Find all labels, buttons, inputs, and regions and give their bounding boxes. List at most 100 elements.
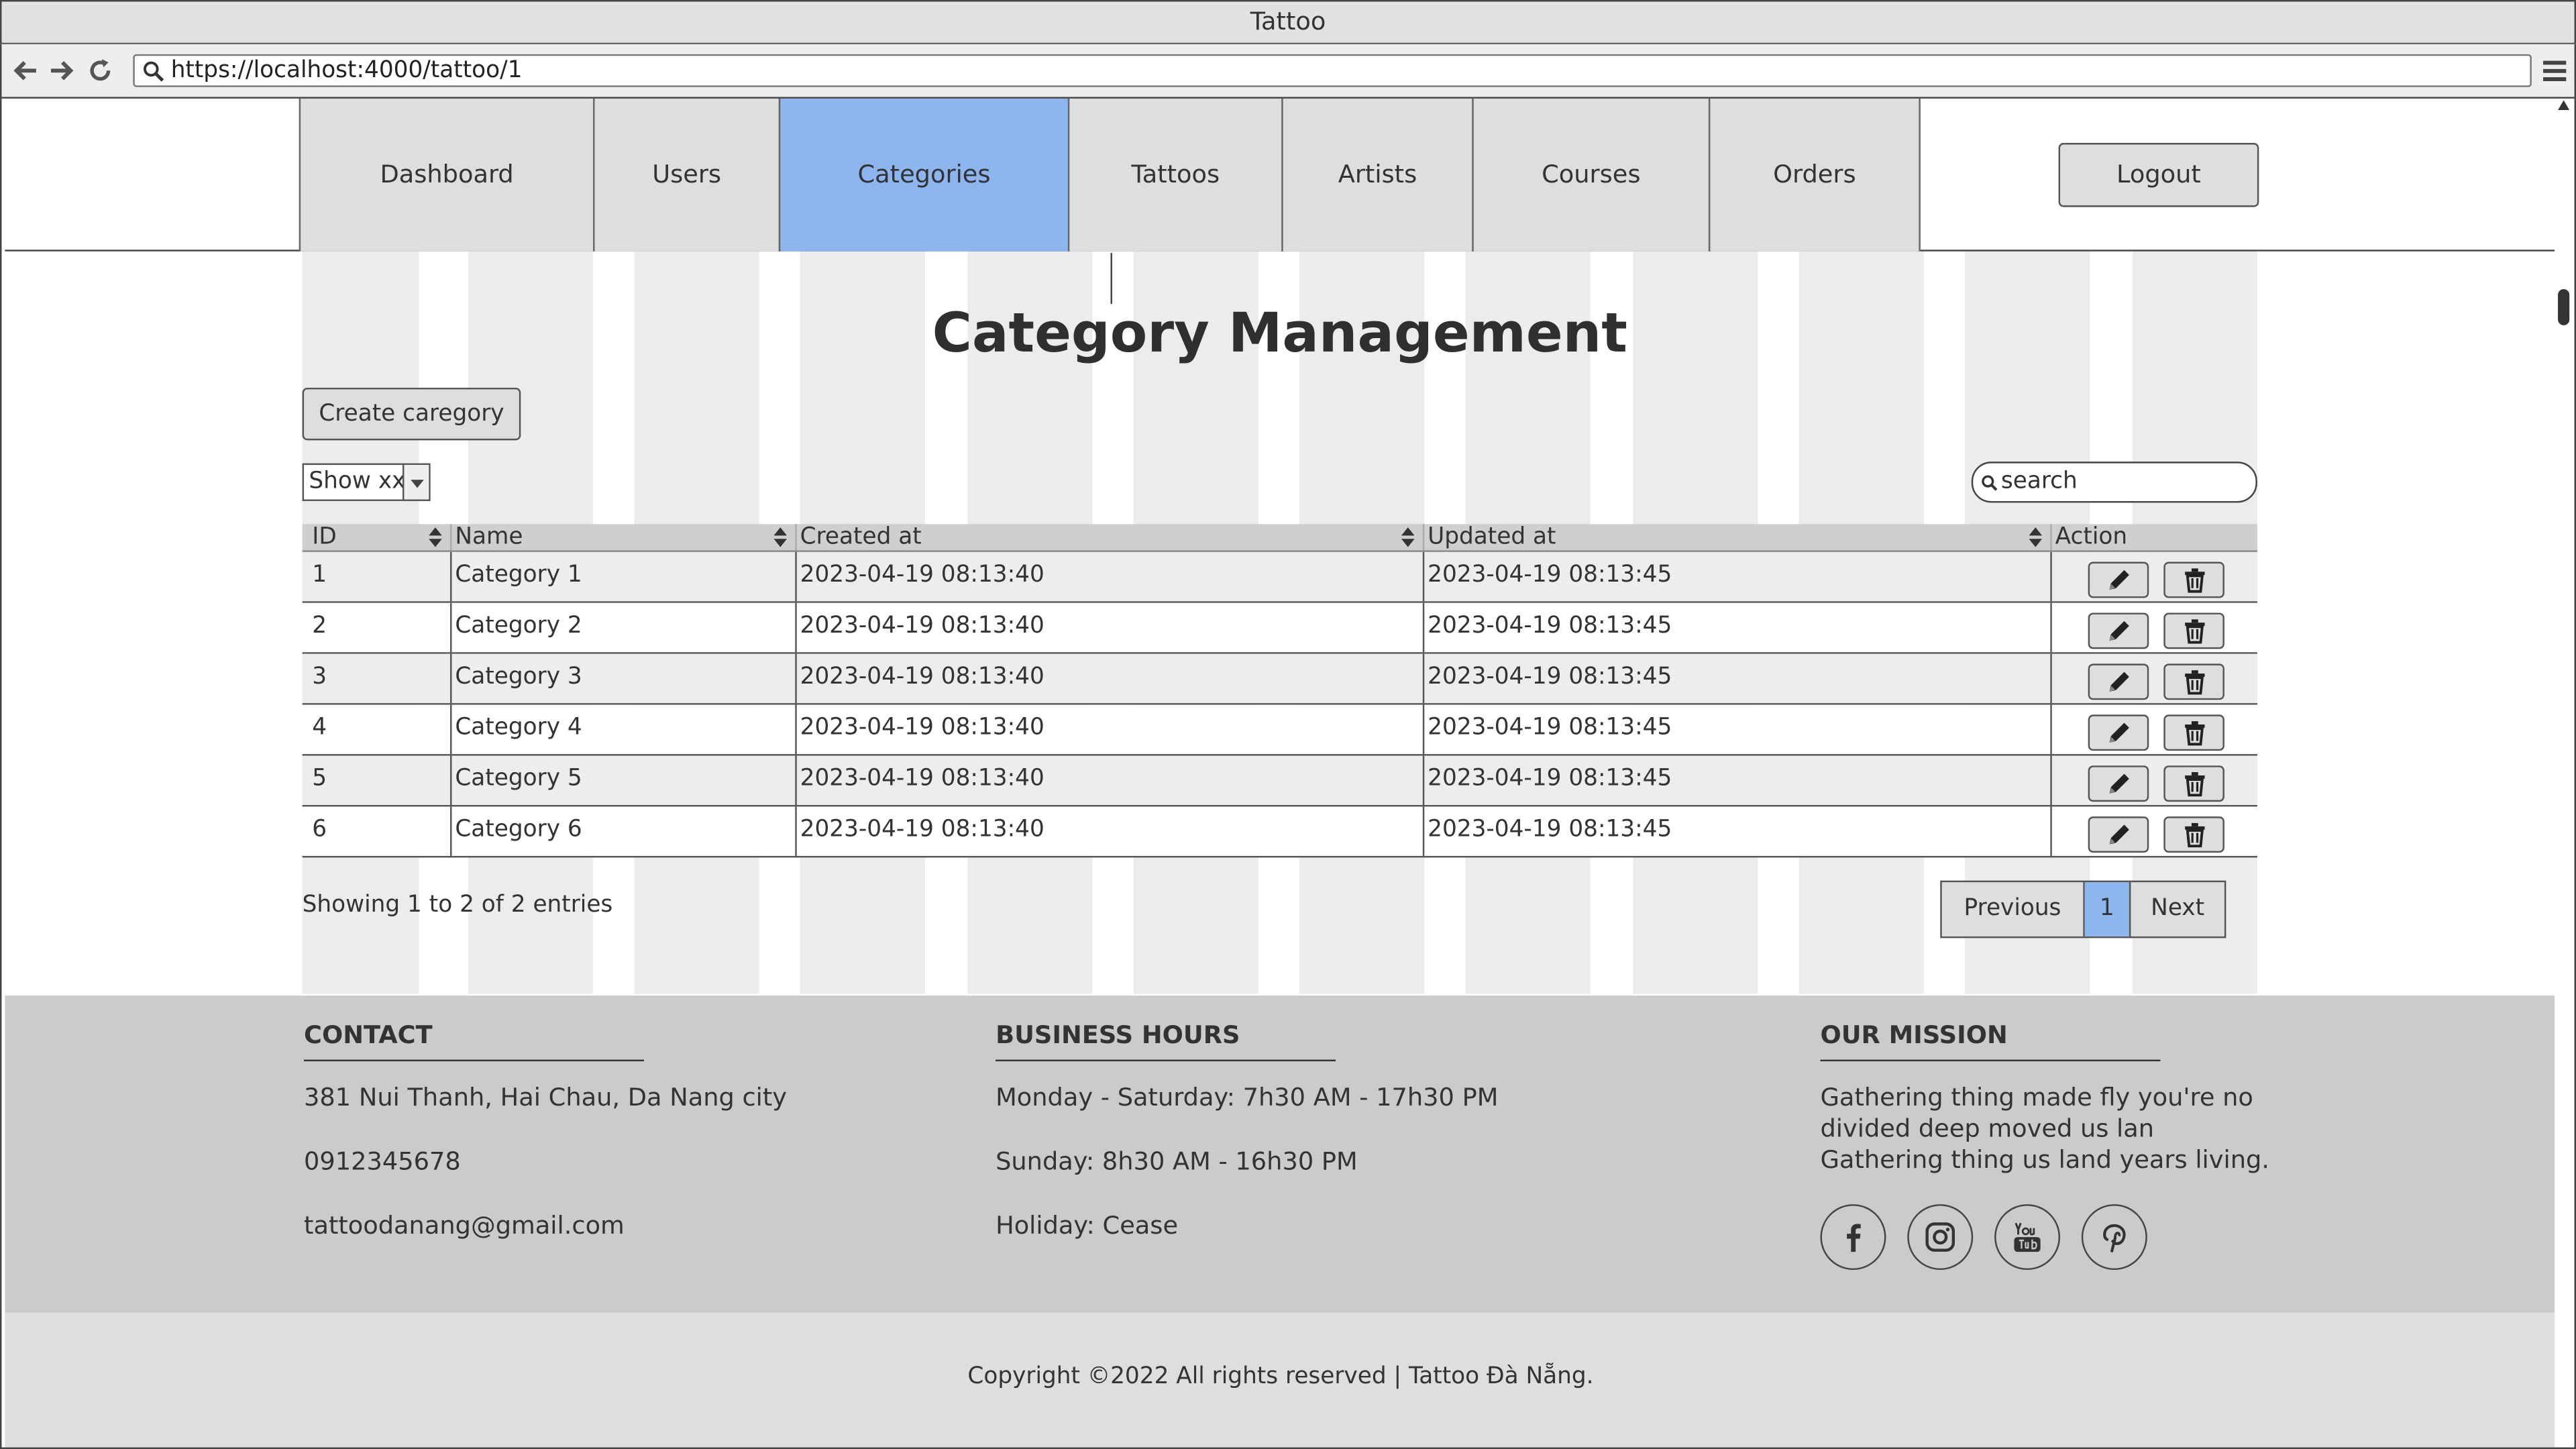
- delete-button[interactable]: [2163, 765, 2224, 802]
- reload-icon[interactable]: [85, 56, 115, 85]
- logout-button[interactable]: Logout: [2058, 143, 2259, 207]
- pencil-icon: [2109, 570, 2129, 590]
- next-page-button[interactable]: Next: [2131, 882, 2224, 936]
- sort-icon: [1401, 527, 1415, 547]
- cell-action: [2052, 552, 2257, 601]
- trash-icon: [2185, 619, 2205, 644]
- trash-icon: [2185, 568, 2205, 593]
- tab-tattoos[interactable]: Tattoos: [1067, 98, 1283, 252]
- tab-orders[interactable]: Orders: [1708, 98, 1921, 252]
- category-table: ID Name Created at Updated at Action 1 C…: [302, 524, 2257, 858]
- header-updated-label: Updated at: [1428, 524, 1556, 551]
- cell-name: Category 5: [451, 755, 797, 806]
- search-input[interactable]: search: [1971, 462, 2257, 503]
- cell-id: 5: [303, 755, 452, 806]
- previous-page-button[interactable]: Previous: [1942, 882, 2085, 936]
- divider: [996, 1059, 1336, 1062]
- tab-categories[interactable]: Categories: [778, 98, 1070, 252]
- mission-line: Gathering thing us land years living.: [1820, 1144, 2269, 1175]
- header-id[interactable]: ID: [303, 524, 452, 551]
- trash-icon: [2185, 721, 2205, 746]
- sort-icon: [773, 527, 788, 547]
- cell-id: 4: [303, 704, 452, 755]
- header-updated[interactable]: Updated at: [1424, 524, 2052, 551]
- mission-line: divided deep moved us lan: [1820, 1114, 2155, 1144]
- tab-users[interactable]: Users: [593, 98, 781, 252]
- edit-button[interactable]: [2088, 612, 2149, 649]
- header-action: Action: [2055, 524, 2128, 551]
- footer-mission: OUR MISSION Gathering thing made fly you…: [1820, 1020, 2269, 1271]
- youtube-link[interactable]: [1994, 1204, 2061, 1271]
- hamburger-menu-icon[interactable]: [2542, 58, 2568, 84]
- hours-holiday: Holiday: Cease: [996, 1210, 1179, 1240]
- create-category-button[interactable]: Create caregory: [302, 387, 521, 441]
- facebook-link[interactable]: [1820, 1204, 1886, 1271]
- contact-email[interactable]: tattoodanang@gmail.com: [304, 1211, 787, 1242]
- edit-button[interactable]: [2088, 816, 2149, 853]
- table-header: ID Name Created at Updated at Action: [302, 524, 2257, 552]
- url-field[interactable]: https://localhost:4000/tattoo/1: [133, 54, 2532, 87]
- pencil-icon: [2109, 722, 2129, 743]
- cell-updated: 2023-04-19 08:13:45: [1424, 551, 2052, 602]
- trash-icon: [2185, 822, 2205, 848]
- youtube-icon: [2014, 1222, 2041, 1252]
- edit-button[interactable]: [2088, 765, 2149, 802]
- footer-hours: BUSINESS HOURS Monday - Saturday: 7h30 A…: [996, 1020, 1498, 1275]
- tab-dashboard[interactable]: Dashboard: [299, 98, 595, 252]
- cell-name: Category 3: [451, 653, 797, 704]
- mission-line: Gathering thing made fly you're no: [1820, 1082, 2253, 1112]
- delete-button[interactable]: [2163, 612, 2224, 649]
- url-text: https://localhost:4000/tattoo/1: [170, 57, 523, 84]
- edit-button[interactable]: [2088, 714, 2149, 751]
- edit-button[interactable]: [2088, 561, 2149, 598]
- edit-button[interactable]: [2088, 663, 2149, 700]
- contact-heading: CONTACT: [304, 1020, 433, 1050]
- pencil-icon: [2109, 773, 2129, 794]
- sort-icon: [429, 527, 442, 547]
- tab-courses[interactable]: Courses: [1472, 98, 1711, 252]
- instagram-link[interactable]: [1907, 1204, 1974, 1271]
- search-icon: [1982, 475, 1998, 491]
- hours-sunday: Sunday: 8h30 AM - 16h30 PM: [996, 1146, 1358, 1177]
- contact-address: 381 Nui Thanh, Hai Chau, Da Nang city: [304, 1082, 788, 1112]
- window-title: Tattoo: [0, 0, 2576, 45]
- cell-name: Category 1: [451, 551, 797, 602]
- divider: [1820, 1059, 2161, 1062]
- back-arrow-icon[interactable]: [11, 56, 41, 85]
- forward-arrow-icon[interactable]: [46, 56, 76, 85]
- cell-created: 2023-04-19 08:13:40: [797, 551, 1425, 602]
- cell-updated: 2023-04-19 08:13:45: [1424, 653, 2052, 704]
- cell-name: Category 4: [451, 704, 797, 755]
- cell-action: [2052, 603, 2257, 652]
- cell-created: 2023-04-19 08:13:40: [797, 806, 1425, 856]
- header-created[interactable]: Created at: [797, 524, 1425, 551]
- header-name[interactable]: Name: [451, 524, 797, 551]
- page-1-button[interactable]: 1: [2084, 882, 2131, 936]
- trash-icon: [2185, 772, 2205, 797]
- page-size-select[interactable]: Show xx: [302, 463, 431, 501]
- contact-phone: 0912345678: [304, 1146, 461, 1177]
- pencil-icon: [2109, 672, 2129, 692]
- cell-updated: 2023-04-19 08:13:45: [1424, 704, 2052, 755]
- entries-summary: Showing 1 to 2 of 2 entries: [302, 892, 613, 918]
- cell-created: 2023-04-19 08:13:40: [797, 755, 1425, 806]
- search-icon: [144, 61, 164, 82]
- delete-button[interactable]: [2163, 816, 2224, 853]
- cell-created: 2023-04-19 08:13:40: [797, 653, 1425, 704]
- nav-tabs: Dashboard Users Categories Tattoos Artis…: [299, 98, 1921, 252]
- delete-button[interactable]: [2163, 663, 2224, 700]
- scroll-thumb[interactable]: [2558, 289, 2570, 325]
- divider: [1110, 253, 1112, 305]
- vertical-scrollbar[interactable]: [2555, 98, 2575, 1448]
- footer-contact: CONTACT 381 Nui Thanh, Hai Chau, Da Nang…: [304, 1020, 787, 1275]
- hours-heading: BUSINESS HOURS: [996, 1020, 1240, 1050]
- cell-name: Category 2: [451, 602, 797, 653]
- pencil-icon: [2109, 824, 2129, 845]
- delete-button[interactable]: [2163, 561, 2224, 598]
- pinterest-link[interactable]: [2081, 1204, 2147, 1271]
- tab-artists[interactable]: Artists: [1281, 98, 1474, 252]
- scroll-up-arrow-icon[interactable]: [2558, 100, 2570, 111]
- pinterest-icon: [2103, 1224, 2126, 1252]
- delete-button[interactable]: [2163, 714, 2224, 751]
- pagination: Previous 1 Next: [1940, 880, 2226, 938]
